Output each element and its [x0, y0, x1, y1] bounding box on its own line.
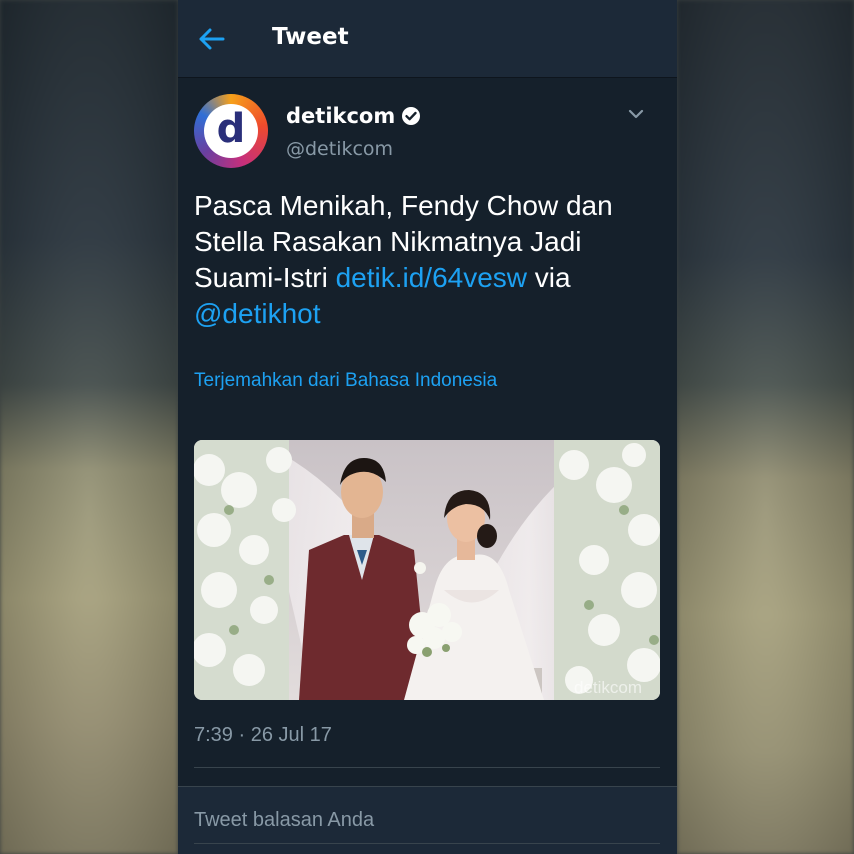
- avatar-letter: d: [216, 106, 246, 152]
- backdrop-left: [0, 0, 178, 854]
- backdrop-right: [677, 0, 854, 854]
- wedding-photo-image: detikcom: [194, 440, 660, 700]
- tweet-via-text: via: [527, 262, 571, 293]
- verified-badge-icon: [402, 107, 421, 125]
- tweet-mention[interactable]: @detikhot: [194, 298, 321, 329]
- tweet-text: Pasca Menikah, Fendy Chow dan Stella Ras…: [194, 188, 664, 332]
- author-handle[interactable]: @detikcom: [286, 138, 393, 160]
- reply-bar: Tweet balasan Anda: [178, 786, 677, 854]
- page-title: Tweet: [272, 24, 349, 50]
- media-watermark: detikcom: [574, 678, 642, 697]
- tweet-timestamp: 7:39 · 26 Jul 17: [194, 724, 332, 746]
- tweet-media-photo[interactable]: detikcom: [194, 440, 660, 700]
- author-display-name: detikcom: [286, 104, 396, 128]
- more-options-button[interactable]: [624, 104, 648, 124]
- translate-link[interactable]: Terjemahkan dari Bahasa Indonesia: [194, 370, 497, 392]
- tweet-link[interactable]: detik.id/64vesw: [336, 262, 527, 293]
- top-bar: Tweet: [178, 0, 677, 78]
- reply-input[interactable]: Tweet balasan Anda: [194, 809, 374, 832]
- divider: [194, 767, 660, 768]
- reply-divider: [194, 843, 660, 844]
- avatar[interactable]: d: [194, 94, 268, 168]
- arrow-left-icon: [199, 28, 225, 50]
- author-name-row[interactable]: detikcom: [286, 104, 421, 128]
- chevron-down-icon: [628, 109, 644, 119]
- tweet-screen: Tweet d detikcom @detikcom Pasca Menikah…: [178, 0, 677, 854]
- back-button[interactable]: [192, 22, 232, 56]
